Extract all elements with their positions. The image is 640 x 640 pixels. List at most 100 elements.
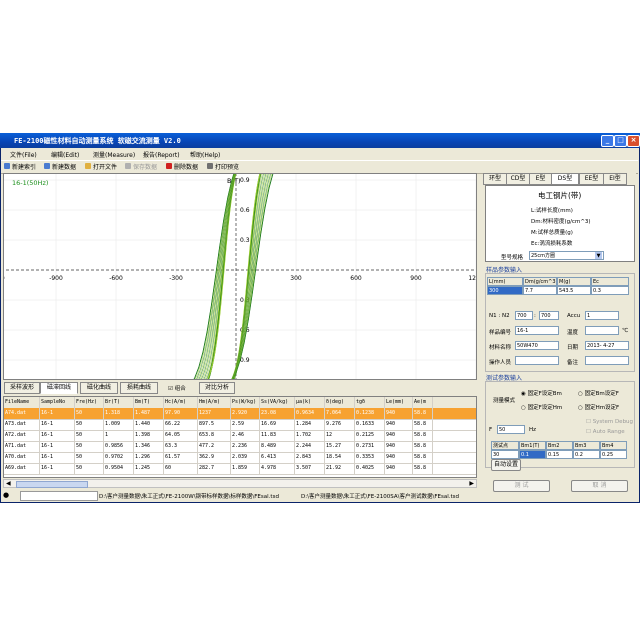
table-cell: 16-1 [40, 452, 75, 463]
y-tick-label: 0.9 [240, 357, 250, 364]
sample-no-input[interactable]: 16-1 [515, 326, 559, 335]
maximize-button[interactable]: □ [614, 135, 627, 147]
table-cell: 0.4025 [355, 463, 385, 474]
horizontal-scrollbar[interactable]: ◀ ▶ [3, 479, 477, 488]
test-value-input[interactable]: 0.1 [519, 450, 546, 459]
material-label: 材料名称 [489, 345, 512, 351]
tab-sample-type[interactable]: EE型 [579, 173, 604, 185]
param-input[interactable]: 300 [487, 286, 523, 295]
view-tabs: 采样波形 磁滞回线 磁化曲线 损耗曲线 ☑ 组合 对比分析 [4, 382, 474, 394]
param-input[interactable]: 0.3 [591, 286, 629, 295]
table-cell: 16-1 [40, 441, 75, 452]
table-cell: 1.440 [134, 419, 164, 430]
minimize-button[interactable]: _ [601, 135, 614, 147]
chevron-down-icon: ▼ [595, 252, 602, 259]
n2-input[interactable]: 700 [539, 311, 559, 320]
temp-input[interactable] [585, 326, 619, 335]
menu-help[interactable]: 帮助(Help) [190, 150, 220, 159]
auto-range-checkbox[interactable]: ☐ Auto Range [586, 429, 625, 435]
operator-input[interactable] [515, 356, 559, 365]
new-index-button[interactable]: 新建索引 [4, 162, 36, 171]
x-tick-label: 900 [410, 275, 422, 282]
save-icon [125, 163, 131, 169]
param-input[interactable]: 543.5 [557, 286, 591, 295]
table-cell: 58.8 [413, 452, 433, 463]
scroll-left-icon[interactable]: ◀ [6, 480, 11, 487]
menu-measure[interactable]: 测量(Measure) [93, 150, 135, 159]
mode-radio[interactable]: ○ 固定F设定Hm [521, 403, 562, 411]
spec-select[interactable]: 25cm方圈 ▼ [529, 251, 604, 260]
table-cell: 58.8 [413, 441, 433, 452]
material-input[interactable]: 50W470 [515, 341, 559, 350]
table-cell: A72.dat [4, 430, 40, 441]
table-cell: 940 [385, 441, 413, 452]
mode-radio[interactable]: ○ 固定Bm设定F [578, 389, 619, 397]
tab-sample-type[interactable]: EI型 [603, 173, 627, 185]
table-cell: 2.59 [231, 419, 260, 430]
f-input[interactable]: 50 [497, 425, 525, 434]
menu-file[interactable]: 文件(File) [10, 150, 37, 159]
y-tick-label: 0.9 [240, 177, 250, 184]
tab-sample-type[interactable]: E型 [529, 173, 552, 185]
auto-set-button[interactable]: 自动设置 [491, 459, 521, 471]
test-value-input[interactable]: 0.25 [600, 450, 627, 459]
table-cell: 66.22 [164, 419, 198, 430]
accu-input[interactable]: 1 [585, 311, 619, 320]
temp-label: 温度 [567, 330, 579, 336]
param-input[interactable]: 7.7 [523, 286, 557, 295]
table-cell: A74.dat [4, 408, 40, 419]
mode-radio[interactable]: ◉ 固定F设定Bm [521, 389, 562, 397]
system-debug-checkbox[interactable]: ☐ System Debug [586, 419, 633, 425]
date-input[interactable]: 2013- 4-27 [585, 341, 629, 350]
title-bar[interactable]: FE-2100磁性材料自动测量系统 软磁交流测量 V2.0 _ □ × [0, 133, 640, 148]
tab-sample-type[interactable]: CD型 [506, 173, 530, 185]
column-header: Br(T) [104, 397, 134, 408]
table-cell: 1.346 [134, 441, 164, 452]
mode-option-label: 固定Hm设定F [584, 405, 620, 411]
close-button[interactable]: × [627, 135, 640, 147]
tab-loss[interactable]: 损耗曲线 [120, 382, 158, 394]
chart-title: 16-1(50Hz) [12, 179, 48, 187]
x-tick-label: -900 [49, 275, 63, 282]
n1-input[interactable]: 700 [515, 311, 533, 320]
mode-option-label: 固定F设定Bm [527, 391, 562, 397]
print-preview-button[interactable]: 打印预览 [207, 162, 239, 171]
table-cell: 1.009 [104, 419, 134, 430]
scroll-thumb[interactable] [16, 481, 88, 488]
table-cell: 50 [75, 441, 104, 452]
scroll-right-icon[interactable]: ▶ [469, 480, 474, 487]
tab-sample-type[interactable]: DS型 [551, 173, 579, 185]
menu-bar: 文件(File) 编辑(Edit) 测量(Measure) 报告(Report)… [1, 148, 638, 159]
table-cell: 61.57 [164, 452, 198, 463]
menu-edit[interactable]: 编辑(Edit) [51, 150, 79, 159]
table-row[interactable]: A69.dat 16-1 50 0.9504 1.245 60 282.7 1.859 4.97… [4, 463, 476, 475]
test-value-input[interactable]: 0.15 [546, 450, 573, 459]
window-title: FE-2100磁性材料自动测量系统 软磁交流测量 V2.0 [14, 137, 181, 145]
save-data-label: 保存数据 [133, 164, 158, 171]
table-cell: 16-1 [40, 408, 75, 419]
table-cell: 6.413 [260, 452, 295, 463]
open-file-label: 打开文件 [93, 164, 118, 171]
tab-hysteresis[interactable]: 磁滞回线 [40, 382, 78, 394]
save-data-button[interactable]: 保存数据 [125, 162, 157, 171]
test-value-input[interactable]: 30 [491, 450, 519, 459]
column-header: Hc(A/m) [164, 397, 198, 408]
compose-checkbox[interactable]: ☑ 组合 [168, 384, 186, 392]
menu-report[interactable]: 报告(Report) [143, 150, 180, 159]
mode-radio[interactable]: ○ 固定Hm设定F [578, 403, 619, 411]
tab-magnetization[interactable]: 磁化曲线 [80, 382, 118, 394]
sample-no-label: 样品编号 [489, 330, 512, 336]
compare-button[interactable]: 对比分析 [199, 382, 235, 394]
tab-waveform[interactable]: 采样波形 [4, 382, 40, 394]
table-cell: 0.1633 [355, 419, 385, 430]
open-file-button[interactable]: 打开文件 [85, 162, 117, 171]
table-cell: 58.8 [413, 408, 433, 419]
note-input[interactable] [585, 356, 629, 365]
table-cell: 1 [104, 430, 134, 441]
test-value-input[interactable]: 0.2 [573, 450, 600, 459]
formula-line: Ec:涡流损耗系数 [531, 241, 573, 247]
tab-sample-type[interactable]: 环型 [483, 173, 507, 185]
new-data-button[interactable]: 新建数据 [44, 162, 76, 171]
delete-data-button[interactable]: 删除数据 [166, 162, 198, 171]
table-cell: 1.318 [104, 408, 134, 419]
